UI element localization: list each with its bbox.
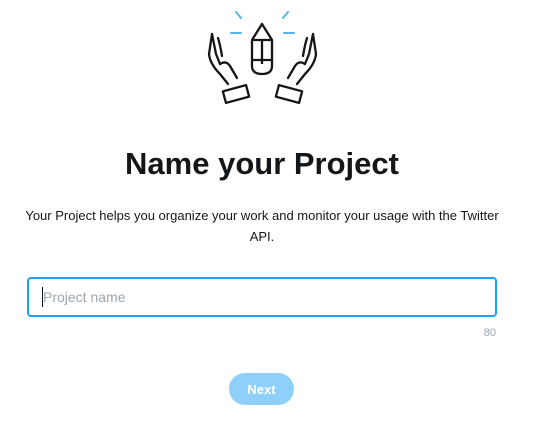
next-button[interactable]: Next [229,373,294,405]
project-name-field [27,277,497,317]
page-description: Your Project helps you organize your wor… [25,208,499,244]
hands-holding-pencil-icon [207,11,318,105]
create-project-page: Name your Project Your Project helps you… [0,0,542,431]
character-limit-counter: 80 [483,327,496,339]
project-name-input[interactable] [27,277,497,317]
text-caret [42,287,43,307]
page-title: Name your Project [125,146,399,181]
